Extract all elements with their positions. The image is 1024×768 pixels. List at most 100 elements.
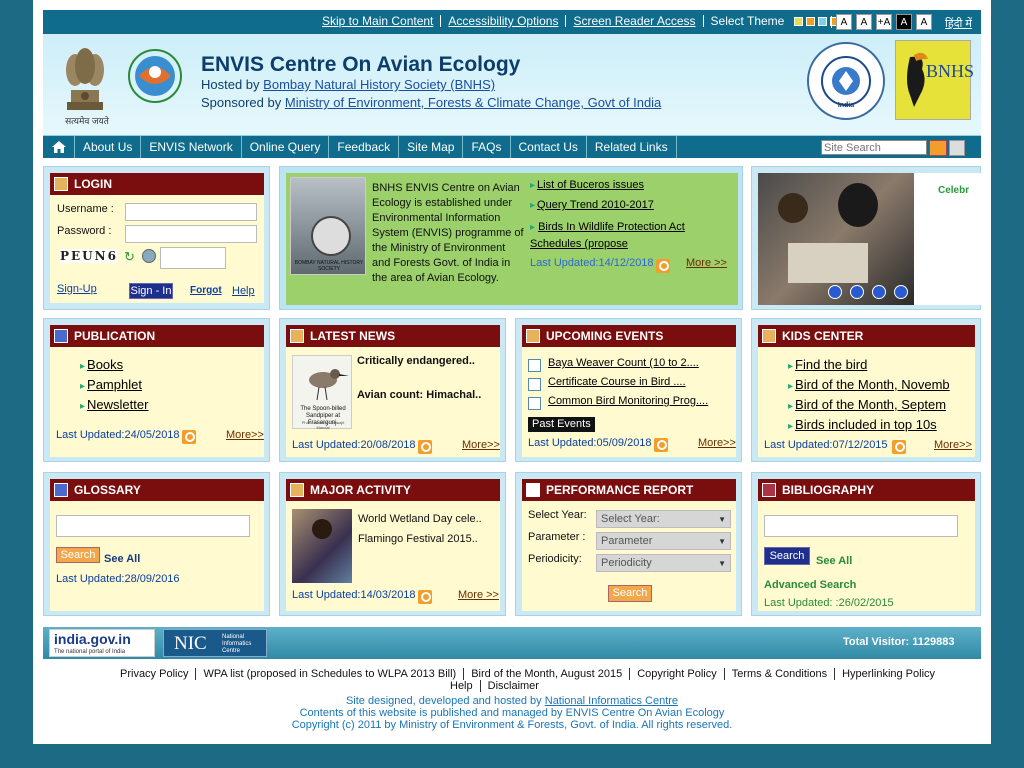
publication-search-icon[interactable] xyxy=(182,430,196,444)
footer-privacy-link[interactable]: Privacy Policy xyxy=(113,668,197,680)
advanced-search-icon[interactable] xyxy=(949,140,965,156)
refresh-captcha-icon[interactable]: ↻ xyxy=(124,249,135,265)
kids-bird-month-sep-link[interactable]: Bird of the Month, Septem xyxy=(788,397,946,412)
nic-logo[interactable]: NIC National Informatics Centre xyxy=(163,629,267,657)
about-link-query-trend[interactable]: Query Trend 2010-2017 xyxy=(530,199,654,211)
kids-top-birds-link[interactable]: Birds included in top 10s xyxy=(788,417,937,432)
events-header: UPCOMING EVENTS xyxy=(522,325,736,347)
audio-captcha-icon[interactable] xyxy=(142,249,156,263)
normal-contrast-button[interactable]: A xyxy=(916,14,932,30)
nav-online-query[interactable]: Online Query xyxy=(242,136,330,158)
bibliography-header: BIBLIOGRAPHY xyxy=(758,479,975,501)
site-search-input[interactable] xyxy=(821,140,927,155)
glossary-see-all-link[interactable]: See All xyxy=(104,553,140,565)
about-more-link[interactable]: More >> xyxy=(686,257,727,269)
parameter-select[interactable]: Parameter xyxy=(596,532,731,550)
bibliography-search-input[interactable] xyxy=(764,515,958,537)
theme-swatch-2[interactable] xyxy=(806,16,816,26)
events-more-link[interactable]: More>> xyxy=(698,437,736,449)
events-search-icon[interactable] xyxy=(654,438,668,452)
kids-more-link[interactable]: More>> xyxy=(934,439,972,451)
footer-help-link[interactable]: Help xyxy=(443,680,481,692)
hindi-language-link[interactable]: हिंदी में xyxy=(945,16,972,31)
nav-feedback[interactable]: Feedback xyxy=(329,136,400,158)
performance-search-button[interactable]: Search xyxy=(608,585,652,602)
event-item-3[interactable]: Common Bird Monitoring Prog.... xyxy=(548,395,708,407)
help-link[interactable]: Help xyxy=(232,285,255,297)
activity-panel: MAJOR ACTIVITY World Wetland Day cele.. … xyxy=(279,472,506,616)
india-gov-logo[interactable]: india.gov.in The national portal of Indi… xyxy=(49,629,155,657)
publication-pamphlet-link[interactable]: Pamphlet xyxy=(80,377,142,392)
accessibility-options-link[interactable]: Accessibility Options xyxy=(441,15,567,27)
performance-icon xyxy=(526,483,540,497)
screen-reader-access-link[interactable]: Screen Reader Access xyxy=(566,15,704,27)
footer-bird-month-link[interactable]: Bird of the Month, August 2015 xyxy=(464,668,631,680)
kids-bird-month-nov-link[interactable]: Bird of the Month, Novemb xyxy=(788,377,950,392)
slideshow-prev-icon[interactable] xyxy=(828,285,842,299)
skip-to-main-link[interactable]: Skip to Main Content xyxy=(315,15,442,27)
nav-faqs[interactable]: FAQs xyxy=(463,136,511,158)
high-contrast-button[interactable]: A xyxy=(896,14,912,30)
performance-header: PERFORMANCE REPORT xyxy=(522,479,736,501)
sign-in-button[interactable]: Sign - In xyxy=(129,283,173,299)
past-events-button[interactable]: Past Events xyxy=(528,417,595,432)
glossary-icon xyxy=(54,483,68,497)
news-more-link[interactable]: More>> xyxy=(462,439,500,451)
kids-search-icon[interactable] xyxy=(892,440,906,454)
publication-books-link[interactable]: Books xyxy=(80,357,123,372)
footer-wpa-link[interactable]: WPA list (proposed in Schedules to WLPA … xyxy=(196,668,465,680)
password-field[interactable] xyxy=(125,225,257,243)
bibliography-search-button[interactable]: Search xyxy=(764,547,810,565)
kids-find-bird-link[interactable]: Find the bird xyxy=(788,357,867,372)
activity-item-1[interactable]: World Wetland Day cele.. xyxy=(358,513,482,525)
footer-links: Privacy Policy WPA list (proposed in Sche… xyxy=(43,668,981,692)
nav-related-links[interactable]: Related Links xyxy=(587,136,677,158)
nav-contact-us[interactable]: Contact Us xyxy=(511,136,587,158)
about-link-buceros[interactable]: List of Buceros issues xyxy=(530,179,644,191)
footer-copyright-link[interactable]: Copyright Policy xyxy=(630,668,725,680)
advanced-search-link[interactable]: Advanced Search xyxy=(764,579,856,591)
slideshow-next-icon[interactable] xyxy=(894,285,908,299)
publication-newsletter-link[interactable]: Newsletter xyxy=(80,397,148,412)
hosted-by-line: Hosted by Bombay Natural History Society… xyxy=(201,77,495,92)
about-search-icon[interactable] xyxy=(656,259,670,273)
activity-search-icon[interactable] xyxy=(418,590,432,604)
year-select[interactable]: Select Year: xyxy=(596,510,731,528)
nav-envis-network[interactable]: ENVIS Network xyxy=(141,136,242,158)
ministry-link[interactable]: Ministry of Environment, Forests & Clima… xyxy=(285,95,661,110)
theme-swatch-3[interactable] xyxy=(818,16,828,26)
event-item-1[interactable]: Baya Weaver Count (10 to 2.... xyxy=(548,357,699,369)
about-link-wildlife-act[interactable]: ▸ Birds In Wildlife Protection Act Sched… xyxy=(530,219,710,252)
periodicity-select[interactable]: Periodicity xyxy=(596,554,731,572)
site-search-icon[interactable] xyxy=(929,140,947,156)
bnhs-link[interactable]: Bombay Natural History Society (BNHS) xyxy=(263,77,495,92)
glossary-search-button[interactable]: Search xyxy=(56,547,100,563)
glossary-search-input[interactable] xyxy=(56,515,250,537)
footer-disclaimer-link[interactable]: Disclaimer xyxy=(481,680,546,692)
nav-about-us[interactable]: About Us xyxy=(75,136,142,158)
activity-item-2[interactable]: Flamingo Festival 2015.. xyxy=(358,533,478,545)
forgot-password-link[interactable]: Forgot xyxy=(190,285,222,296)
activity-more-link[interactable]: More >> xyxy=(458,589,499,601)
news-item-1[interactable]: Critically endangered.. xyxy=(357,355,475,367)
news-search-icon[interactable] xyxy=(418,440,432,454)
footer-hyperlinking-link[interactable]: Hyperlinking Policy xyxy=(835,668,942,680)
bibliography-see-all-link[interactable]: See All xyxy=(816,555,852,567)
footer-terms-link[interactable]: Terms & Conditions xyxy=(724,668,836,680)
slideshow-stop-icon[interactable] xyxy=(872,285,886,299)
home-icon[interactable] xyxy=(43,136,75,158)
theme-swatch-1[interactable] xyxy=(794,16,804,26)
font-size-normal-button[interactable]: A xyxy=(856,14,872,30)
sponsored-by-label: Sponsored by xyxy=(201,95,282,110)
nic-link[interactable]: National Informatics Centre xyxy=(545,695,678,707)
captcha-field[interactable] xyxy=(160,247,226,269)
font-size-increase-button[interactable]: +A xyxy=(876,14,892,30)
slideshow-play-icon[interactable] xyxy=(850,285,864,299)
nav-site-map[interactable]: Site Map xyxy=(399,136,464,158)
publication-more-link[interactable]: More>> xyxy=(226,429,264,441)
event-item-2[interactable]: Certificate Course in Bird .... xyxy=(548,376,686,388)
sign-up-link[interactable]: Sign-Up xyxy=(57,283,97,295)
font-size-decrease-button[interactable]: A xyxy=(836,14,852,30)
username-field[interactable] xyxy=(125,203,257,221)
news-item-2[interactable]: Avian count: Himachal.. xyxy=(357,389,481,401)
